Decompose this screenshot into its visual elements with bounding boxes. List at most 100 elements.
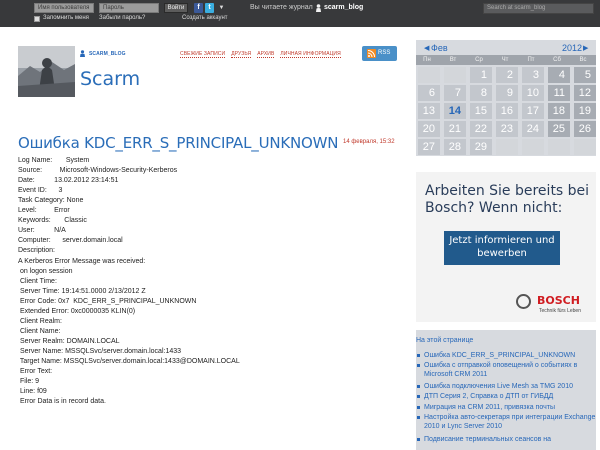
bullet-icon: [417, 438, 420, 441]
journal-name-link[interactable]: scarm_blog: [324, 4, 363, 11]
calendar-day[interactable]: 5: [574, 67, 596, 83]
calendar-day[interactable]: 15: [470, 103, 492, 119]
ad-slogan: Technik fürs Leben: [539, 308, 581, 314]
on-this-page-link[interactable]: Миграция на CRM 2011, привязка почты: [424, 403, 596, 412]
calendar-day[interactable]: 14: [444, 103, 466, 119]
post-line: Task Category: None: [18, 197, 84, 205]
calendar-day: [444, 67, 466, 83]
post-line: Client Time:: [18, 277, 57, 285]
calendar-day[interactable]: 23: [496, 121, 518, 137]
ad-banner[interactable]: Arbeiten Sie bereits bei Bosch? Wenn nic…: [416, 172, 596, 322]
nav-profile[interactable]: ЛИЧНАЯ ИНФОРМАЦИЯ: [280, 51, 341, 58]
post-line: Error Data is in record data.: [18, 398, 106, 406]
calendar-day[interactable]: 20: [418, 121, 440, 137]
rss-label: RSS: [378, 50, 391, 56]
post-line: Source: Microsoft-Windows-Security-Kerbe…: [18, 167, 178, 175]
calendar-day[interactable]: 9: [496, 85, 518, 101]
username-input[interactable]: Имя пользователя: [34, 3, 94, 13]
bullet-icon: [417, 364, 420, 367]
calendar-weekday: Вс: [579, 57, 587, 63]
search-input[interactable]: Search at scarm_blog: [483, 3, 594, 14]
nav-recent-entries[interactable]: СВЕЖИЕ ЗАПИСИ: [180, 51, 226, 58]
calendar-day: [522, 139, 544, 155]
on-this-page-link[interactable]: Ошибка подключения Live Mesh за TMG 2010: [424, 382, 596, 391]
calendar-day[interactable]: 25: [548, 121, 570, 137]
nav-friends[interactable]: ДРУЗЬЯ: [231, 51, 252, 58]
calendar-day[interactable]: 3: [522, 67, 544, 83]
calendar-day[interactable]: 24: [522, 121, 544, 137]
chevron-right-icon[interactable]: ▶: [583, 44, 588, 52]
calendar-day[interactable]: 26: [574, 121, 596, 137]
create-account-link[interactable]: Создать аккаунт: [182, 15, 228, 21]
post-title[interactable]: Ошибка KDC_ERR_S_PRINCIPAL_UNKNOWN: [18, 134, 338, 152]
calendar-day[interactable]: 6: [418, 85, 440, 101]
calendar-day[interactable]: 10: [522, 85, 544, 101]
rss-button[interactable]: RSS: [362, 46, 397, 61]
calendar-day[interactable]: 7: [444, 85, 466, 101]
calendar-weekday: Вт: [449, 57, 457, 63]
calendar: ◀ Фев 2012 ▶ Пн Вт Ср Чт Пт Сб Вс 1 2 3 4 5 6 7 8 9 10 1…: [416, 40, 596, 156]
calendar-day[interactable]: 22: [470, 121, 492, 137]
bullet-icon: [417, 354, 420, 357]
post-line: Client Name:: [18, 327, 61, 335]
calendar-year[interactable]: 2012: [562, 43, 582, 53]
remember-me-label: Запомнить меня: [43, 15, 89, 21]
post-line: Date: 13.02.2012 23:14:51: [18, 177, 119, 185]
calendar-day[interactable]: 27: [418, 139, 440, 155]
remember-me-checkbox[interactable]: [34, 16, 40, 22]
ad-cta-button[interactable]: Jetzt informieren und bewerben: [444, 231, 560, 265]
profile-username-link[interactable]: SCARM_BLOG: [89, 51, 126, 57]
calendar-day[interactable]: 19: [574, 103, 596, 119]
post-line: A Kerberos Error Message was received:: [18, 257, 146, 265]
calendar-day[interactable]: 29: [470, 139, 492, 155]
nav-archive[interactable]: АРХИВ: [257, 51, 275, 58]
facebook-icon[interactable]: f: [194, 3, 203, 13]
rss-icon: [367, 49, 376, 58]
calendar-day: [548, 139, 570, 155]
login-button[interactable]: Войти: [164, 3, 188, 13]
calendar-day[interactable]: 17: [522, 103, 544, 119]
post-date: 14 февраля, 15:32: [343, 139, 395, 145]
calendar-day[interactable]: 18: [548, 103, 570, 119]
calendar-month[interactable]: Фев: [431, 43, 448, 53]
post-line: Keywords: Classic: [18, 217, 87, 225]
calendar-weekday: Сб: [553, 57, 561, 63]
calendar-day[interactable]: 4: [548, 67, 570, 83]
on-this-page-link[interactable]: Настройка авто-секретаря при интеграции …: [424, 413, 596, 431]
calendar-day[interactable]: 16: [496, 103, 518, 119]
bosch-logo-icon: [516, 294, 531, 309]
post-line: Line: f09: [18, 388, 47, 396]
chevron-down-icon[interactable]: ▼: [217, 3, 226, 13]
on-this-page-link[interactable]: Ошибка KDC_ERR_S_PRINCIPAL_UNKNOWN: [424, 351, 596, 360]
on-this-page-title: На этой странице: [416, 337, 474, 344]
post-line: Extended Error: 0xc0000035 KLIN(0): [18, 307, 136, 315]
user-icon: [80, 50, 85, 57]
calendar-day[interactable]: 13: [418, 103, 440, 119]
calendar-day[interactable]: 28: [444, 139, 466, 155]
avatar[interactable]: [18, 46, 75, 97]
post-line: Log Name: System: [18, 157, 90, 164]
on-this-page-link[interactable]: Подвисание терминальных сеансов на: [424, 435, 596, 444]
calendar-day[interactable]: 8: [470, 85, 492, 101]
on-this-page: На этой странице Ошибка KDC_ERR_S_PRINCI…: [416, 330, 596, 450]
calendar-day[interactable]: 21: [444, 121, 466, 137]
calendar-day[interactable]: 2: [496, 67, 518, 83]
on-this-page-link[interactable]: Ошибка с отправкой оповещений о событиях…: [424, 361, 596, 379]
post-line: Target Name: MSSQLSvc/server.domain.loca…: [18, 358, 240, 365]
calendar-weekday: Пт: [527, 57, 535, 63]
calendar-day: [418, 67, 440, 83]
twitter-icon[interactable]: t: [205, 3, 214, 13]
forgot-password-link[interactable]: Забыли пароль?: [99, 15, 145, 21]
calendar-day[interactable]: 1: [470, 67, 492, 83]
post-line: User: N/A: [18, 227, 66, 235]
calendar-day: [574, 139, 596, 155]
on-this-page-link[interactable]: ДТП Серия 2, Справка о ДТП от ГИБДД: [424, 392, 596, 401]
calendar-day[interactable]: 12: [574, 85, 596, 101]
password-input[interactable]: Пароль: [99, 3, 159, 13]
chevron-left-icon[interactable]: ◀: [424, 44, 429, 52]
calendar-weekday: Чт: [501, 57, 509, 63]
journal-title[interactable]: Scarm: [80, 68, 140, 90]
calendar-day[interactable]: 11: [548, 85, 570, 101]
post-line: Level: Error: [18, 207, 70, 215]
post-line: on logon session: [18, 267, 73, 275]
